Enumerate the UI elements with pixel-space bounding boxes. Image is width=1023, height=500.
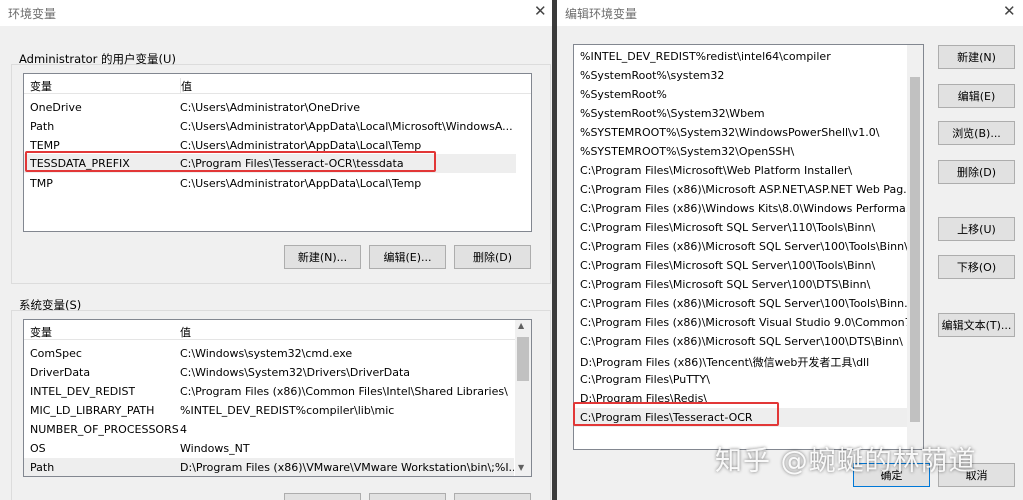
table-row[interactable]: OS Windows_NT [24, 439, 514, 458]
table-row[interactable]: DriverData C:\Windows\System32\Drivers\D… [24, 363, 514, 382]
table-row-selected[interactable]: TESSDATA_PREFIX C:\Program Files\Tessera… [24, 154, 516, 173]
column-header-value[interactable]: 值 [180, 78, 192, 94]
row-value: 4 [180, 423, 187, 436]
system-delete-button[interactable] [454, 493, 531, 500]
environment-variables-window: 环境变量 ✕ Administrator 的用户变量(U) 变量 值 OneDr… [0, 0, 552, 500]
scrollbar-thumb[interactable] [910, 77, 920, 422]
row-value: %INTEL_DEV_REDIST%compiler\lib\mic [180, 404, 395, 417]
row-value: C:\Program Files (x86)\Common Files\Inte… [180, 385, 508, 398]
title-bar: 编辑环境变量 ✕ [557, 0, 1023, 26]
move-down-button[interactable]: 下移(O) [938, 255, 1015, 279]
new-button[interactable]: 新建(N) [938, 45, 1015, 69]
list-item[interactable]: C:\Program Files\PuTTY\ [580, 370, 710, 389]
scroll-up-icon[interactable]: ▲ [518, 321, 524, 330]
list-item[interactable]: C:\Program Files (x86)\Microsoft SQL Ser… [580, 332, 903, 351]
row-value: C:\Users\Administrator\OneDrive [180, 101, 361, 114]
row-name: TMP [30, 177, 53, 190]
row-name: MIC_LD_LIBRARY_PATH [30, 404, 155, 417]
list-item[interactable]: C:\Program Files\Microsoft SQL Server\10… [580, 256, 875, 275]
row-value: C:\Users\Administrator\AppData\Local\Tem… [180, 177, 422, 190]
row-value: Windows_NT [180, 442, 250, 455]
row-name: INTEL_DEV_REDIST [30, 385, 136, 398]
list-header: 变量 值 [24, 74, 531, 94]
title-bar: 环境变量 ✕ [0, 0, 552, 26]
row-name: TEMP [30, 139, 60, 152]
close-icon[interactable]: ✕ [1003, 2, 1016, 20]
scrollbar-thumb[interactable] [517, 337, 529, 381]
table-row[interactable]: TMP C:\Users\Administrator\AppData\Local… [24, 174, 516, 193]
row-name: OneDrive [30, 101, 82, 114]
watermark: 知乎 @蜿蜒的林荫道 [715, 446, 977, 477]
row-name: DriverData [30, 366, 91, 379]
table-row[interactable]: Path C:\Users\Administrator\AppData\Loca… [24, 117, 516, 136]
row-value: C:\Windows\system32\cmd.exe [180, 347, 353, 360]
list-item[interactable]: C:\Program Files\Microsoft SQL Server\11… [580, 218, 875, 237]
path-list[interactable]: %INTEL_DEV_REDIST%redist\intel64\compile… [573, 44, 924, 450]
system-edit-button[interactable] [369, 493, 446, 500]
list-item[interactable]: %SystemRoot%\System32\Wbem [580, 104, 765, 123]
list-item[interactable]: C:\Program Files (x86)\Microsoft SQL Ser… [580, 294, 915, 313]
row-value: C:\Windows\System32\Drivers\DriverData [180, 366, 411, 379]
list-item-selected[interactable]: C:\Program Files\Tesseract-OCR [574, 408, 908, 427]
user-delete-button[interactable]: 删除(D) [454, 245, 531, 269]
window-title: 编辑环境变量 [565, 7, 638, 21]
table-row[interactable]: MIC_LD_LIBRARY_PATH %INTEL_DEV_REDIST%co… [24, 401, 514, 420]
list-item[interactable]: C:\Program Files (x86)\Microsoft Visual … [580, 313, 922, 332]
table-row[interactable]: INTEL_DEV_REDIST C:\Program Files (x86)\… [24, 382, 514, 401]
list-item[interactable]: D:\Program Files\Redis\ [580, 389, 707, 408]
column-header-name[interactable]: 变量 [30, 324, 52, 340]
vertical-scrollbar[interactable] [907, 45, 923, 449]
browse-button[interactable]: 浏览(B)... [938, 121, 1015, 145]
list-item[interactable]: %SystemRoot%\system32 [580, 66, 724, 85]
list-item[interactable]: %SYSTEMROOT%\System32\OpenSSH\ [580, 142, 794, 161]
user-new-button[interactable]: 新建(N)... [284, 245, 361, 269]
row-value: C:\Users\Administrator\AppData\Local\Tem… [180, 139, 422, 152]
row-value: C:\Program Files\Tesseract-OCR\tessdata [180, 157, 404, 170]
user-vars-label: Administrator 的用户变量(U) [19, 52, 176, 66]
list-item[interactable]: %INTEL_DEV_REDIST%redist\intel64\compile… [580, 47, 831, 66]
move-up-button[interactable]: 上移(U) [938, 217, 1015, 241]
list-item[interactable]: C:\Program Files\Microsoft\Web Platform … [580, 161, 852, 180]
list-item[interactable]: %SYSTEMROOT%\System32\WindowsPowerShell\… [580, 123, 879, 142]
row-name: OS [30, 442, 46, 455]
window-title: 环境变量 [8, 7, 57, 21]
list-header: 变量 值 [24, 320, 515, 340]
row-name: Path [30, 120, 55, 133]
row-name: Path [30, 461, 55, 474]
user-vars-list[interactable]: 变量 值 OneDrive C:\Users\Administrator\One… [23, 73, 532, 232]
user-edit-button[interactable]: 编辑(E)... [369, 245, 446, 269]
system-vars-label: 系统变量(S) [19, 298, 82, 312]
row-value: C:\Users\Administrator\AppData\Local\Mic… [180, 120, 513, 133]
row-name: NUMBER_OF_PROCESSORS [30, 423, 179, 436]
table-row[interactable]: TEMP C:\Users\Administrator\AppData\Loca… [24, 136, 516, 155]
column-header-name[interactable]: 变量 [30, 78, 52, 94]
table-row[interactable]: ComSpec C:\Windows\system32\cmd.exe [24, 344, 514, 363]
vertical-scrollbar[interactable]: ▲ ▼ [515, 320, 531, 476]
list-item[interactable]: C:\Program Files\Microsoft SQL Server\10… [580, 275, 870, 294]
list-item[interactable]: C:\Program Files (x86)\Microsoft ASP.NET… [580, 180, 914, 199]
scroll-down-icon[interactable]: ▼ [518, 463, 524, 472]
list-item[interactable]: D:\Program Files (x86)\Tencent\微信web开发者工… [580, 351, 869, 370]
table-row[interactable]: OneDrive C:\Users\Administrator\OneDrive [24, 98, 516, 117]
row-value: D:\Program Files (x86)\VMware\VMware Wor… [180, 461, 514, 474]
close-icon[interactable]: ✕ [534, 2, 547, 20]
table-row-selected[interactable]: Path D:\Program Files (x86)\VMware\VMwar… [24, 458, 514, 476]
edit-environment-variable-window: 编辑环境变量 ✕ %INTEL_DEV_REDIST%redist\intel6… [557, 0, 1023, 500]
delete-button[interactable]: 删除(D) [938, 160, 1015, 184]
row-name: ComSpec [30, 347, 82, 360]
column-header-value[interactable]: 值 [180, 324, 191, 340]
list-item[interactable]: %SystemRoot% [580, 85, 667, 104]
system-new-button[interactable] [284, 493, 361, 500]
system-vars-list[interactable]: 变量 值 ComSpec C:\Windows\system32\cmd.exe… [23, 319, 532, 477]
row-name: TESSDATA_PREFIX [30, 157, 130, 170]
list-item[interactable]: C:\Program Files (x86)\Windows Kits\8.0\… [580, 199, 916, 218]
edit-button[interactable]: 编辑(E) [938, 84, 1015, 108]
edit-text-button[interactable]: 编辑文本(T)... [938, 313, 1015, 337]
table-row[interactable]: NUMBER_OF_PROCESSORS 4 [24, 420, 514, 439]
list-item[interactable]: C:\Program Files (x86)\Microsoft SQL Ser… [580, 237, 908, 256]
